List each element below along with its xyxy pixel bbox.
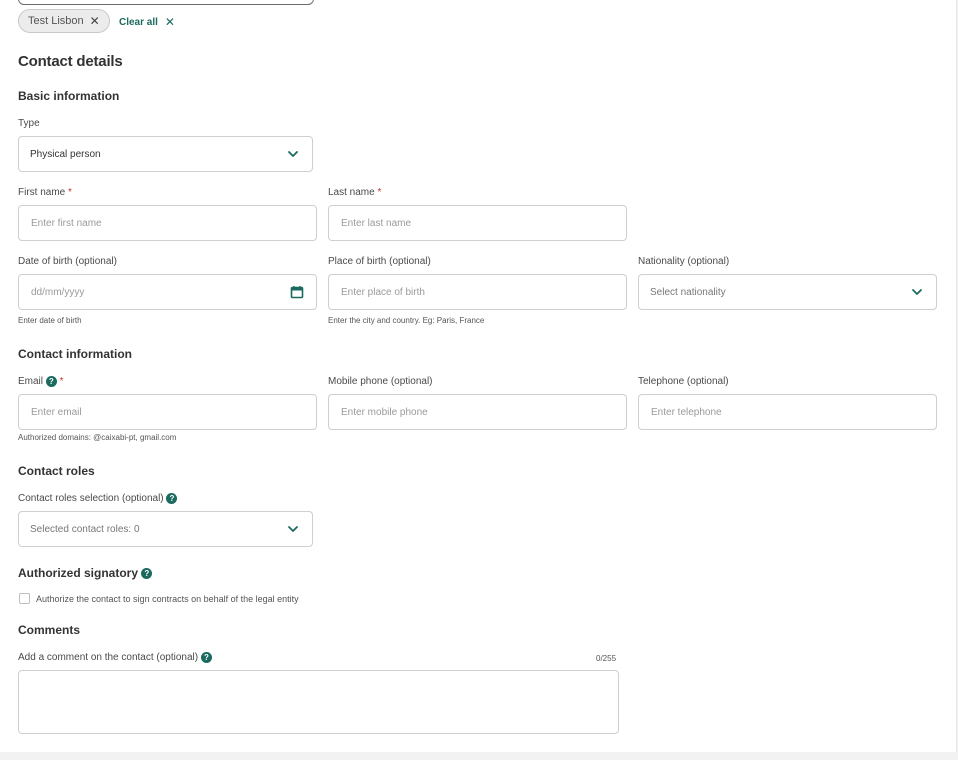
authorize-checkbox-label[interactable]: Authorize the contact to sign contracts … <box>36 594 299 604</box>
dob-input[interactable]: dd/mm/yyyy <box>18 274 317 310</box>
help-icon[interactable]: ? <box>45 376 57 387</box>
last-name-placeholder: Enter last name <box>341 217 412 229</box>
contact-form-panel: Test Lisbon ✕ Clear all ✕ Contact detail… <box>0 0 957 752</box>
comments-heading: Comments <box>18 623 81 637</box>
chevron-down-icon <box>288 151 298 157</box>
help-icon[interactable]: ? <box>141 568 153 580</box>
filter-chip[interactable]: Test Lisbon ✕ <box>18 9 110 33</box>
close-icon[interactable]: ✕ <box>90 14 100 28</box>
help-icon[interactable]: ? <box>200 652 212 663</box>
telephone-label: Telephone (optional) <box>638 376 729 387</box>
type-value: Physical person <box>30 148 101 160</box>
roles-selection-label: Contact roles selection (optional) ? <box>18 493 178 504</box>
help-icon[interactable]: ? <box>166 493 178 504</box>
last-name-label: Last name * <box>328 187 382 198</box>
last-name-input[interactable]: Enter last name <box>328 205 627 241</box>
comment-label: Add a comment on the contact (optional) … <box>18 652 212 663</box>
nationality-placeholder: Select nationality <box>650 286 726 298</box>
filter-chip-label: Test Lisbon <box>28 15 84 27</box>
chevron-down-icon <box>912 289 922 295</box>
signatory-heading: Authorized signatory ? <box>18 566 153 580</box>
basic-info-heading: Basic information <box>18 89 120 103</box>
email-input[interactable]: Enter email <box>18 394 317 430</box>
required-mark: * <box>377 187 382 198</box>
type-select[interactable]: Physical person <box>18 136 313 172</box>
mobile-label: Mobile phone (optional) <box>328 376 433 387</box>
mobile-input[interactable]: Enter mobile phone <box>328 394 627 430</box>
required-mark: * <box>68 187 72 198</box>
pob-input[interactable]: Enter place of birth <box>328 274 627 310</box>
comment-textarea[interactable] <box>18 670 619 734</box>
contact-info-heading: Contact information <box>18 347 132 361</box>
email-placeholder: Enter email <box>31 406 82 418</box>
pob-placeholder: Enter place of birth <box>341 286 425 298</box>
first-name-label: First name * <box>18 187 72 198</box>
page-title: Contact details <box>18 53 123 70</box>
clear-all-button[interactable]: Clear all ✕ <box>119 15 175 29</box>
mobile-placeholder: Enter mobile phone <box>341 406 428 418</box>
telephone-placeholder: Enter telephone <box>651 406 722 418</box>
clear-all-label: Clear all <box>119 16 158 28</box>
dob-label: Date of birth (optional) <box>18 256 117 267</box>
roles-select[interactable]: Selected contact roles: 0 <box>18 511 313 547</box>
roles-select-value: Selected contact roles: 0 <box>30 523 140 535</box>
calendar-icon[interactable] <box>290 285 304 299</box>
first-name-input[interactable]: Enter first name <box>18 205 317 241</box>
pob-helper: Enter the city and country. Eg: Paris, F… <box>328 316 485 325</box>
pob-label: Place of birth (optional) <box>328 256 431 267</box>
email-helper: Authorized domains: @caixabi-pt, gmail.c… <box>18 433 177 442</box>
type-label: Type <box>18 118 40 129</box>
chevron-down-icon <box>288 526 298 532</box>
comment-counter: 0/255 <box>596 654 617 663</box>
telephone-input[interactable]: Enter telephone <box>638 394 937 430</box>
email-label: Email ? * <box>18 376 64 388</box>
close-icon: ✕ <box>164 15 175 29</box>
search-field[interactable] <box>18 0 314 5</box>
first-name-placeholder: Enter first name <box>31 217 102 229</box>
dob-helper: Enter date of birth <box>18 316 82 325</box>
authorize-checkbox[interactable] <box>19 593 30 604</box>
contact-roles-heading: Contact roles <box>18 464 95 478</box>
nationality-label: Nationality (optional) <box>638 256 730 267</box>
nationality-select[interactable]: Select nationality <box>638 274 937 310</box>
required-mark: * <box>59 376 64 388</box>
dob-placeholder: dd/mm/yyyy <box>31 286 85 298</box>
